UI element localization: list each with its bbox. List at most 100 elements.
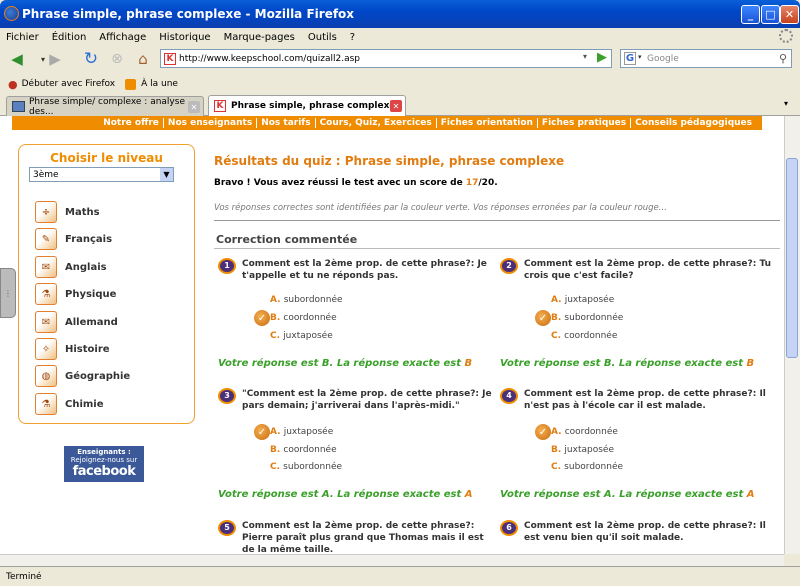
answer-feedback: Votre réponse est A. La réponse exacte e… <box>500 489 755 500</box>
score-value: 17 <box>465 178 479 188</box>
nav-notre-offre[interactable]: Notre offre <box>99 118 163 128</box>
menu-marque-pages[interactable]: Marque-pages <box>224 32 295 43</box>
menu-fichier[interactable]: Fichier <box>6 32 39 43</box>
option-c: C. subordonnée <box>270 462 343 472</box>
level-sidebar: Choisir le niveau 3ème ▼ ÷ Maths ✎ Françai… <box>18 144 195 424</box>
rss-icon <box>125 78 137 90</box>
menu-edition[interactable]: Édition <box>52 32 87 43</box>
minimize-button[interactable]: _ <box>741 5 760 24</box>
nav-nos-tarifs[interactable]: Nos tarifs <box>256 118 314 128</box>
level-select[interactable]: 3ème ▼ <box>29 167 174 182</box>
answer-feedback: Votre réponse est A. La réponse exacte e… <box>218 489 473 500</box>
menu-help[interactable]: ? <box>350 32 355 43</box>
tab-analyse[interactable]: Phrase simple/ complexe : analyse des...… <box>6 96 204 117</box>
option-a: A. subordonnée <box>270 295 343 305</box>
status-text: Terminé <box>6 571 42 582</box>
checkmark-icon: ✓ <box>254 424 270 440</box>
physique-icon: ⚗ <box>35 283 57 305</box>
page-title: Résultats du quiz : Phrase simple, phras… <box>214 154 565 168</box>
site-favicon-icon: K <box>214 100 226 112</box>
site-favicon-icon: K <box>164 53 176 65</box>
firefox-icon <box>4 6 19 21</box>
checkmark-icon: ✓ <box>254 310 270 326</box>
question-number: 1 <box>218 258 236 274</box>
legend-note: Vos réponses correctes sont identifiées … <box>214 203 667 213</box>
menu-affichage[interactable]: Affichage <box>99 32 146 43</box>
subject-histoire[interactable]: ✧ Histoire <box>35 338 110 360</box>
close-button[interactable]: ✕ <box>780 5 799 24</box>
nav-conseils[interactable]: Conseils pédagogiques <box>630 118 756 128</box>
bookmarks-bar: ● Débuter avec Firefox À la une <box>0 74 800 94</box>
go-button[interactable]: ▶ <box>597 50 607 65</box>
answer-feedback: Votre réponse est B. La réponse exacte e… <box>218 358 473 369</box>
sidebar-toggle-handle[interactable]: ⋮ <box>0 268 16 318</box>
divider <box>214 220 780 221</box>
divider <box>214 248 780 249</box>
option-b: B. juxtaposée <box>551 445 614 455</box>
nav-fiches-pratiques[interactable]: Fiches pratiques <box>536 118 630 128</box>
tab-phrase-simple[interactable]: K Phrase simple, phrase complexe ✕ <box>208 95 406 116</box>
nav-cours[interactable]: Cours, Quiz, Exercices <box>314 118 436 128</box>
subject-physique[interactable]: ⚗ Physique <box>35 283 116 305</box>
tab-close-icon[interactable]: ✕ <box>188 101 200 113</box>
correction-heading: Correction commentée <box>216 233 358 246</box>
francais-icon: ✎ <box>35 228 57 250</box>
bookmark-debuter[interactable]: Débuter avec Firefox <box>22 79 116 89</box>
google-engine-icon[interactable]: G <box>624 52 636 65</box>
firefox-bookmark-icon: ● <box>8 77 18 91</box>
page-icon <box>12 101 25 112</box>
stop-button[interactable]: ⊗ <box>106 48 128 70</box>
engine-dropdown-icon[interactable]: ▾ <box>638 53 642 61</box>
option-b: B. subordonnée <box>551 313 624 323</box>
facebook-banner[interactable]: Enseignants : Rejoignez-nous sur faceboo… <box>64 446 144 482</box>
window-titlebar: Phrase simple, phrase complexe - Mozilla… <box>0 0 800 28</box>
status-bar: Terminé <box>0 566 800 586</box>
option-c: C. juxtaposée <box>270 331 333 341</box>
scrollbar-thumb[interactable] <box>786 158 798 358</box>
back-button[interactable]: ◀ <box>6 48 28 70</box>
question-number: 6 <box>500 520 518 536</box>
menu-bar: Fichier Édition Affichage Historique Mar… <box>0 28 800 46</box>
anglais-icon: ✉ <box>35 256 57 278</box>
checkmark-icon: ✓ <box>535 424 551 440</box>
reload-button[interactable]: ↻ <box>80 48 102 70</box>
subject-chimie[interactable]: ⚗ Chimie <box>35 393 104 415</box>
option-c: C. coordonnée <box>551 331 618 341</box>
window-title: Phrase simple, phrase complexe - Mozilla… <box>22 7 355 21</box>
option-b: B. coordonnée <box>270 313 337 323</box>
home-button[interactable]: ⌂ <box>132 48 154 70</box>
nav-nos-enseignants[interactable]: Nos enseignants <box>162 118 256 128</box>
tab-close-icon[interactable]: ✕ <box>390 100 402 112</box>
maximize-button[interactable]: □ <box>761 5 780 24</box>
url-input[interactable]: K http://www.keepschool.com/quizall2.asp <box>160 49 612 68</box>
subject-francais[interactable]: ✎ Français <box>35 228 112 250</box>
option-b: B. coordonnée <box>270 445 337 455</box>
subject-maths[interactable]: ÷ Maths <box>35 201 100 223</box>
forward-button[interactable]: ▶ <box>44 48 66 70</box>
page-content: Notre offre Nos enseignants Nos tarifs C… <box>0 116 784 554</box>
subject-geographie[interactable]: ◍ Géographie <box>35 365 130 387</box>
menu-historique[interactable]: Historique <box>159 32 210 43</box>
search-icon[interactable]: ⚲ <box>779 52 787 65</box>
search-input[interactable]: G ▾ Google ⚲ <box>620 49 792 68</box>
question-number: 4 <box>500 388 518 404</box>
chimie-icon: ⚗ <box>35 393 57 415</box>
question-number: 2 <box>500 258 518 274</box>
nav-fiches-orientation[interactable]: Fiches orientation <box>435 118 537 128</box>
option-c: C. subordonnée <box>551 462 624 472</box>
geographie-icon: ◍ <box>35 365 57 387</box>
url-dropdown-icon[interactable]: ▾ <box>583 52 587 61</box>
sidebar-title: Choisir le niveau <box>50 151 163 165</box>
option-a: A. coordonnée <box>551 427 618 437</box>
subject-allemand[interactable]: ✉ Allemand <box>35 311 118 333</box>
answer-feedback: Votre réponse est B. La réponse exacte e… <box>500 358 755 369</box>
menu-outils[interactable]: Outils <box>308 32 337 43</box>
tab-list-icon[interactable]: ▾ <box>784 99 788 108</box>
option-a: A. juxtaposée <box>270 427 334 437</box>
allemand-icon: ✉ <box>35 311 57 333</box>
subject-anglais[interactable]: ✉ Anglais <box>35 256 107 278</box>
horizontal-scrollbar[interactable] <box>0 554 784 566</box>
bookmark-a-la-une[interactable]: À la une <box>141 79 178 89</box>
checkmark-icon: ✓ <box>535 310 551 326</box>
throbber-icon <box>779 29 793 43</box>
